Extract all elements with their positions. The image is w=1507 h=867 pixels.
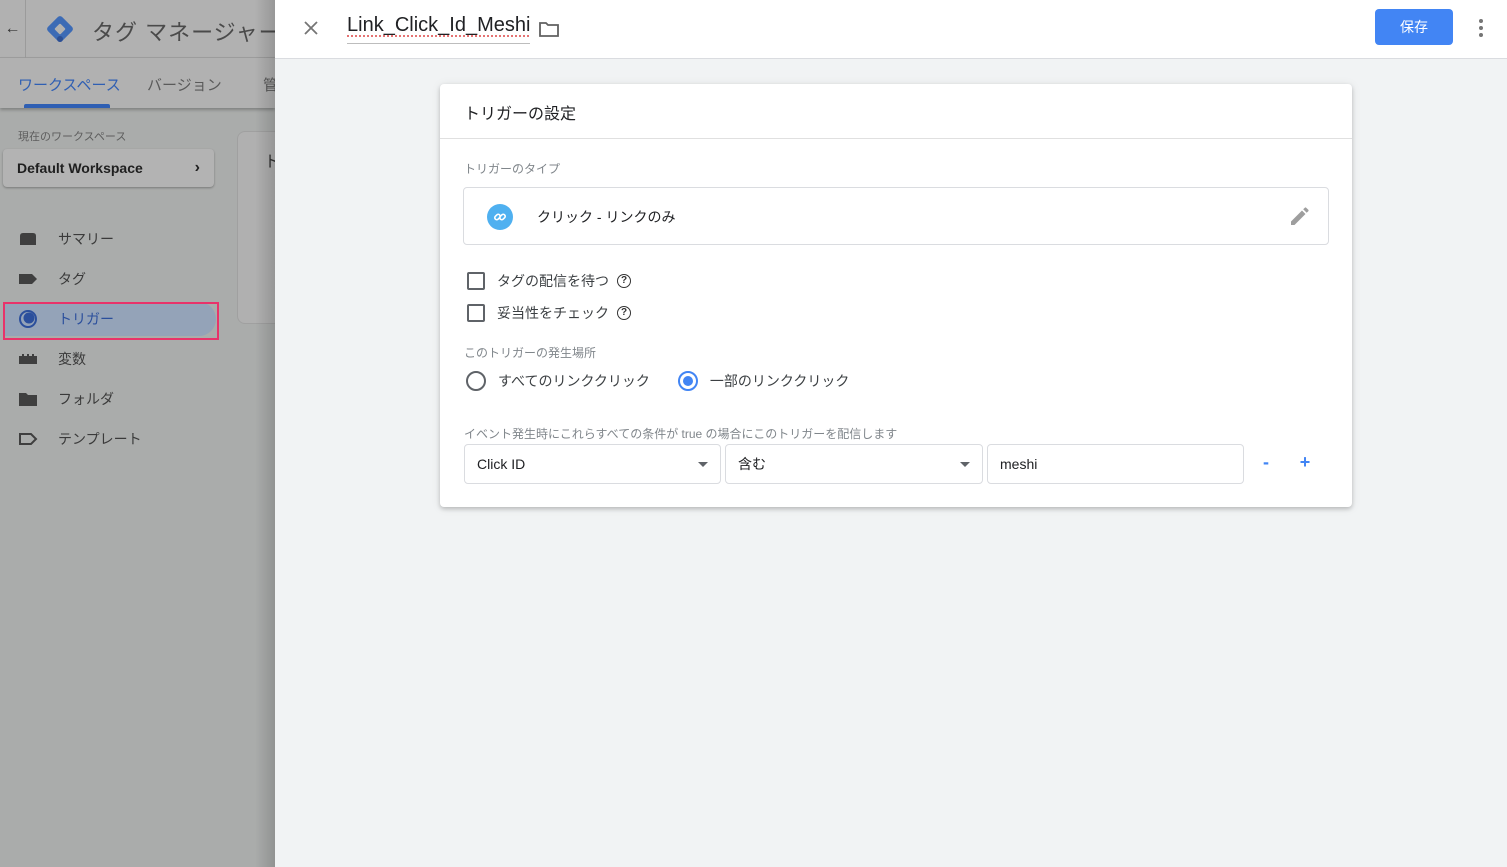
check-validation-label: 妥当性をチェック [497, 305, 609, 321]
panel-header: Link_Click_Id_Meshi 保存 [275, 0, 1507, 59]
all-link-clicks-radio[interactable] [466, 371, 486, 391]
tab-workspace[interactable]: ワークスペース [18, 74, 121, 95]
trigger-type-label: トリガーのタイプ [464, 162, 561, 176]
back-button[interactable]: ← [0, 0, 26, 58]
more-vert-icon-dot [1479, 26, 1483, 30]
wait-for-tags-option: タグの配信を待つ ? [467, 271, 631, 291]
all-link-clicks-label: すべてのリンククリック [498, 373, 650, 389]
some-link-clicks-label: 一部のリンククリック [709, 373, 850, 389]
sidebar-item-tags[interactable]: タグ [0, 262, 216, 296]
sidebar-item-label: タグ [58, 271, 86, 287]
sidebar-item-label: フォルダ [58, 391, 114, 407]
link-icon [487, 204, 513, 230]
trigger-name-input[interactable]: Link_Click_Id_Meshi [347, 14, 531, 44]
wait-for-tags-checkbox[interactable] [467, 272, 485, 290]
workspace-selector[interactable]: Default Workspace › [3, 149, 214, 187]
some-link-clicks-option[interactable]: 一部のリンククリック [677, 371, 850, 391]
fire-on-radio-group: すべてのリンククリック 一部のリンククリック [466, 371, 877, 391]
trigger-type-value: クリック - リンクのみ [537, 209, 676, 225]
condition-operator-value: 含む [738, 456, 766, 472]
tag-icon [18, 269, 38, 289]
condition-variable-select[interactable]: Click ID [464, 444, 721, 484]
add-condition-button[interactable]: + [1293, 450, 1317, 474]
template-icon [18, 429, 38, 449]
fire-on-label: このトリガーの発生場所 [464, 346, 597, 360]
workspace-name: Default Workspace [17, 160, 143, 176]
folder-icon [18, 389, 38, 409]
check-validation-option: 妥当性をチェック ? [467, 303, 631, 323]
edit-pencil-icon[interactable] [1288, 206, 1310, 228]
save-button[interactable]: 保存 [1375, 9, 1453, 45]
current-workspace-label: 現在のワークスペース [18, 131, 127, 143]
trigger-editor-panel: Link_Click_Id_Meshi 保存 トリガーの設定 トリガーのタイプ … [275, 0, 1507, 867]
condition-value-input[interactable] [987, 444, 1244, 484]
background-app: ← タグ マネージャー ワークスペース バージョン 管 現在のワークスペース D… [0, 0, 275, 867]
more-options-button[interactable] [1471, 14, 1491, 42]
app-top-bar: ← タグ マネージャー [0, 0, 275, 58]
all-link-clicks-option[interactable]: すべてのリンククリック [466, 371, 650, 391]
variable-icon [18, 349, 38, 369]
check-validation-checkbox[interactable] [467, 304, 485, 322]
card-divider [440, 138, 1352, 139]
close-icon [304, 21, 318, 35]
workspace-tabs: ワークスペース バージョン 管 [0, 58, 275, 108]
dropdown-arrow-icon [960, 462, 970, 467]
folder-outline-icon [539, 22, 559, 37]
trigger-config-card: トリガーの設定 トリガーのタイプ クリック - リンクのみ タグの配信を待つ ?… [440, 84, 1352, 507]
sidebar-item-folders[interactable]: フォルダ [0, 382, 216, 416]
sidebar-item-summary[interactable]: サマリー [0, 222, 216, 256]
tag-manager-logo-icon [47, 16, 73, 42]
close-button[interactable] [297, 14, 325, 42]
trigger-type-selector[interactable]: クリック - リンクのみ [463, 187, 1329, 245]
remove-condition-button[interactable]: - [1254, 450, 1278, 474]
sidebar-item-label: 変数 [58, 351, 86, 367]
more-vert-icon-dot [1479, 33, 1483, 37]
help-icon[interactable]: ? [617, 306, 631, 320]
chevron-right-icon: › [194, 159, 200, 176]
folder-button[interactable] [538, 18, 560, 40]
wait-for-tags-label: タグの配信を待つ [497, 273, 609, 289]
sidebar-item-variables[interactable]: 変数 [0, 342, 216, 376]
card-title: トリガーの設定 [464, 106, 577, 123]
condition-label: イベント発生時にこれらすべての条件が true の場合にこのトリガーを配信します [464, 427, 898, 441]
arrow-left-icon: ← [4, 20, 21, 37]
panel-shadow [255, 0, 275, 867]
active-tab-indicator [24, 104, 110, 108]
trigger-name-text: Link_Click_Id_Meshi [347, 14, 531, 36]
more-vert-icon [1479, 19, 1483, 23]
dropdown-arrow-icon [698, 462, 708, 467]
app-title: タグ マネージャー [92, 20, 275, 45]
summary-icon [18, 229, 38, 249]
sidebar-item-templates[interactable]: テンプレート [0, 422, 216, 456]
tab-versions[interactable]: バージョン [147, 74, 222, 95]
condition-variable-value: Click ID [477, 456, 526, 472]
sidebar-item-label: テンプレート [58, 431, 142, 447]
help-icon[interactable]: ? [617, 274, 631, 288]
sidebar-item-label: サマリー [58, 231, 114, 247]
condition-operator-select[interactable]: 含む [725, 444, 983, 484]
some-link-clicks-radio[interactable] [677, 371, 698, 391]
triggers-highlight-annotation [3, 302, 219, 340]
